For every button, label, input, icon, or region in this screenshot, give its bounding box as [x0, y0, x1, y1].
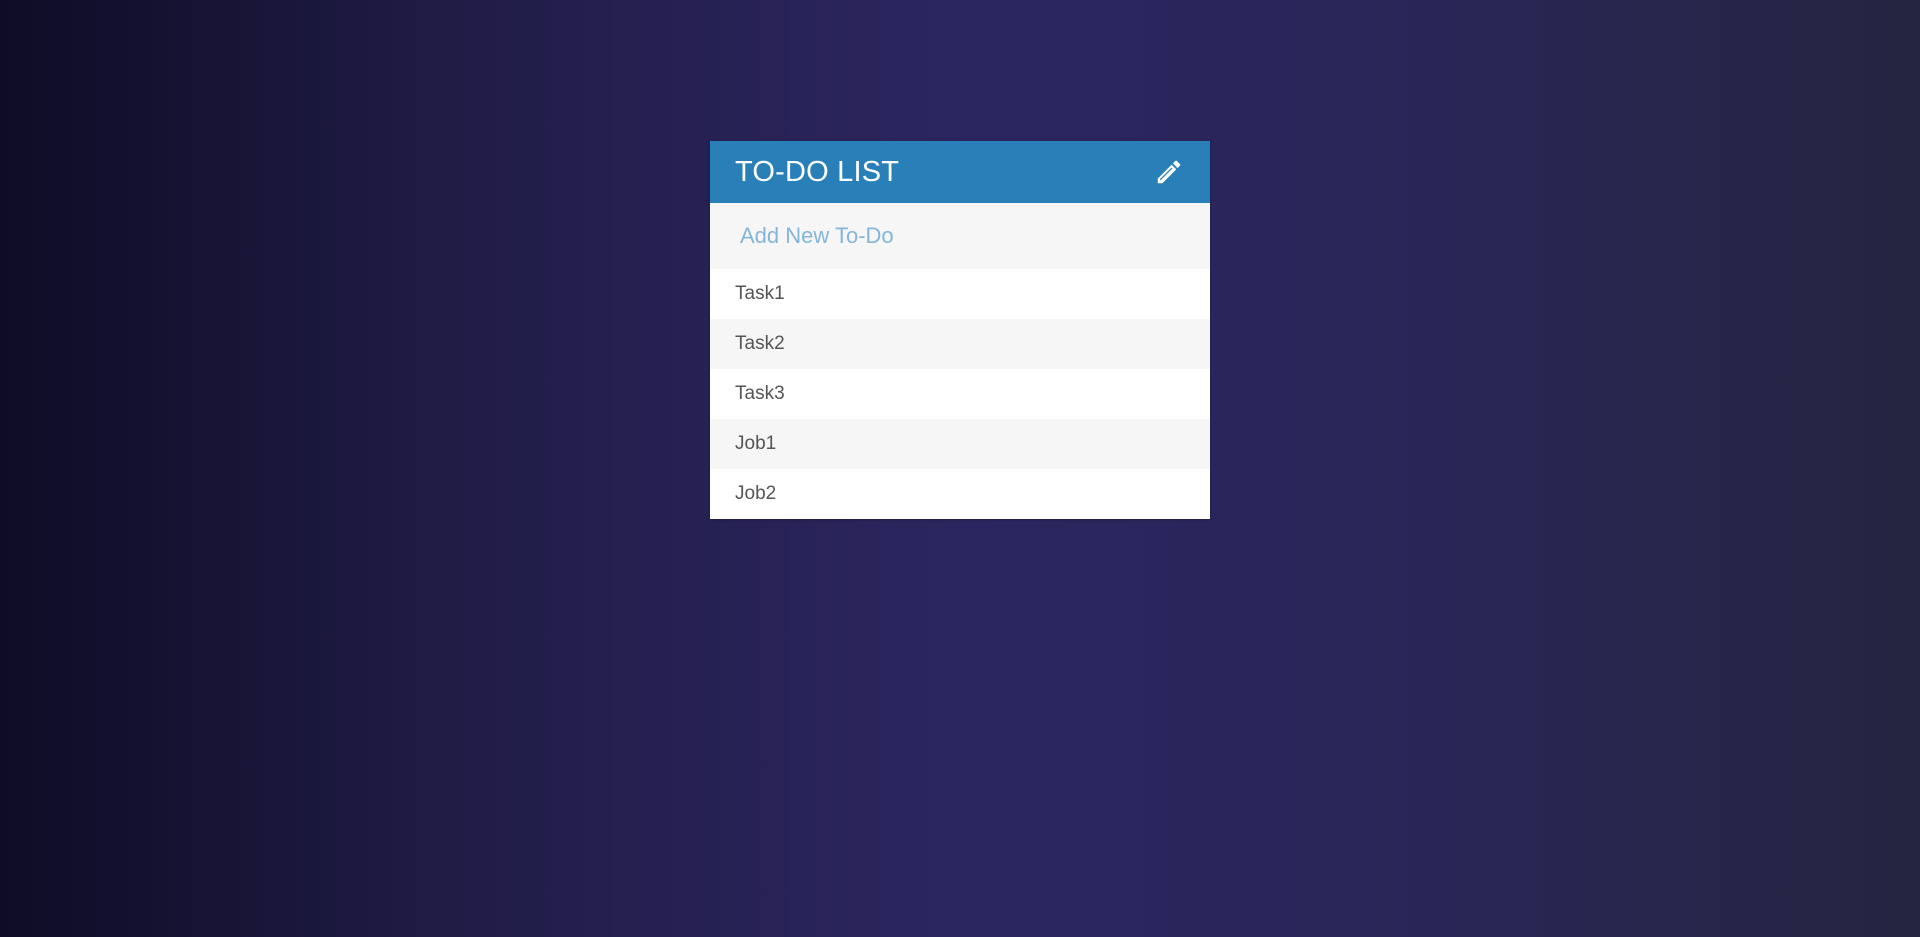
list-item-job1[interactable]: Job1 — [710, 419, 1210, 469]
pencil-icon — [1157, 160, 1181, 184]
list-item-task2[interactable]: Task2 — [710, 319, 1210, 369]
list-item-task1[interactable]: Task1 — [710, 269, 1210, 319]
edit-toggle-button[interactable] — [1152, 155, 1186, 189]
todo-list: Task1 Task2 Task3 Job1 Job2 — [710, 269, 1210, 519]
todo-card: TO-DO LIST Task1 Task2 Task3 Job1 Job2 — [710, 141, 1210, 519]
todo-header: TO-DO LIST — [710, 141, 1210, 203]
add-todo-input[interactable] — [710, 203, 1210, 269]
page-title: TO-DO LIST — [735, 155, 900, 188]
list-item-job2[interactable]: Job2 — [710, 469, 1210, 519]
list-item-task3[interactable]: Task3 — [710, 369, 1210, 419]
